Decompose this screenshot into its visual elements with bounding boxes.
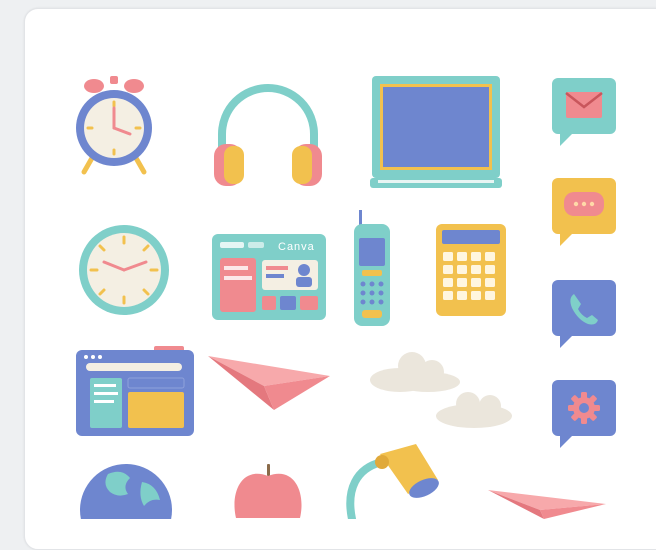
phone-bubble-icon bbox=[552, 280, 616, 348]
paper-plane-icon bbox=[208, 356, 330, 410]
desk-lamp-element[interactable] bbox=[342, 440, 442, 519]
canva-label: Canva bbox=[278, 241, 315, 253]
clouds-icon bbox=[370, 352, 512, 428]
laptop-icon bbox=[370, 76, 502, 188]
chat-bubble-element[interactable] bbox=[550, 176, 618, 248]
wall-clock-element[interactable] bbox=[76, 222, 172, 318]
headphones-icon bbox=[214, 84, 322, 186]
browser-window-element[interactable] bbox=[76, 346, 196, 438]
settings-bubble-icon bbox=[552, 380, 616, 448]
paper-plane-small-element[interactable] bbox=[484, 486, 608, 519]
chat-bubble-icon bbox=[552, 178, 616, 246]
mobile-phone-icon bbox=[354, 210, 390, 326]
globe-icon bbox=[80, 464, 172, 519]
mail-bubble-icon bbox=[552, 78, 616, 146]
alarm-clock-element[interactable] bbox=[72, 72, 156, 176]
phone-bubble-element[interactable] bbox=[550, 278, 618, 350]
mail-bubble-element[interactable] bbox=[550, 76, 618, 148]
apple-element[interactable] bbox=[230, 462, 306, 519]
globe-element[interactable] bbox=[78, 462, 174, 519]
dashboard-icon: Canva bbox=[212, 234, 326, 320]
paper-plane-element[interactable] bbox=[204, 346, 332, 412]
calculator-icon bbox=[436, 224, 506, 316]
apple-icon bbox=[234, 464, 302, 518]
headphones-element[interactable] bbox=[208, 74, 328, 194]
browser-window-icon bbox=[76, 346, 194, 436]
desk-lamp-icon bbox=[346, 444, 439, 519]
clouds-element[interactable] bbox=[368, 346, 532, 436]
settings-bubble-element[interactable] bbox=[550, 378, 618, 450]
laptop-element[interactable] bbox=[368, 74, 504, 192]
mobile-phone-element[interactable] bbox=[350, 210, 394, 328]
canva-dashboard-element[interactable]: Canva bbox=[212, 234, 326, 322]
calculator-element[interactable] bbox=[436, 224, 506, 316]
alarm-clock-icon bbox=[76, 76, 152, 175]
paper-plane-small-icon bbox=[488, 490, 606, 519]
wall-clock-icon bbox=[79, 225, 169, 315]
